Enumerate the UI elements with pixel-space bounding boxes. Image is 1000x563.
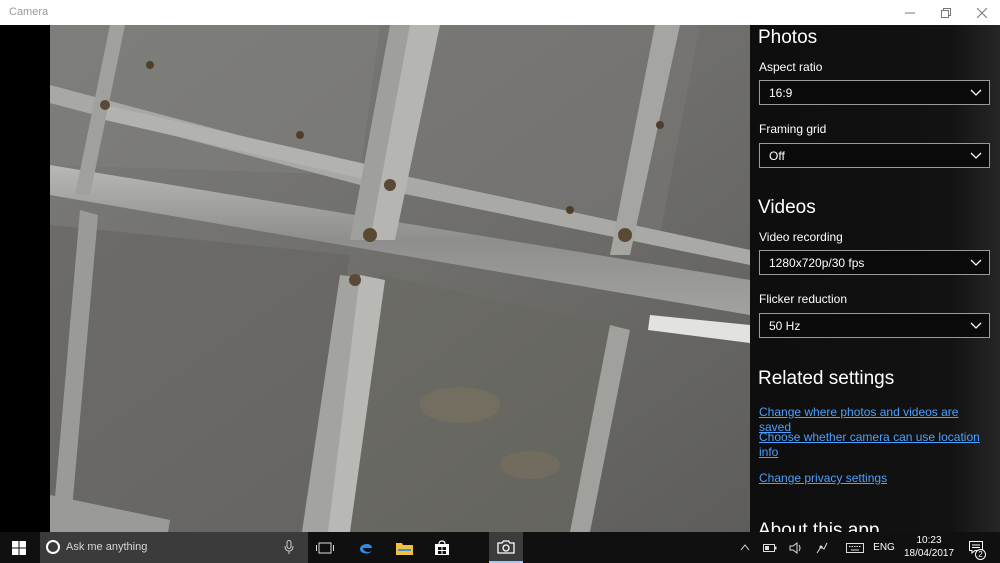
related-settings-heading: Related settings	[758, 368, 895, 389]
cortana-search-box[interactable]: Ask me anything	[40, 532, 308, 563]
store-taskbar-button[interactable]	[426, 532, 458, 563]
camera-icon	[497, 539, 515, 554]
flicker-reduction-label: Flicker reduction	[759, 292, 848, 306]
windows-start-icon	[12, 540, 26, 555]
chevron-down-icon	[970, 89, 982, 96]
window-title: Camera	[9, 6, 49, 18]
network-icon	[816, 542, 828, 553]
chevron-down-icon	[970, 152, 982, 159]
store-icon	[435, 539, 449, 555]
restore-icon	[941, 7, 951, 18]
input-language[interactable]: ENG	[872, 532, 896, 563]
cortana-icon	[46, 540, 60, 554]
chevron-down-icon	[970, 322, 982, 329]
action-center-button[interactable]: 2	[962, 532, 990, 563]
about-heading: About this app	[758, 520, 880, 532]
edge-taskbar-button[interactable]	[350, 532, 382, 563]
framing-grid-value: Off	[769, 149, 785, 163]
close-button[interactable]	[964, 0, 1000, 25]
camera-app: Photos Aspect ratio 16:9 Framing grid Of…	[0, 25, 1000, 532]
task-view-icon	[316, 542, 334, 553]
camera-preview-image	[50, 25, 750, 532]
framing-grid-label: Framing grid	[759, 122, 827, 136]
title-bar: Camera	[0, 0, 1000, 25]
keyboard-icon	[846, 542, 864, 553]
photos-heading: Photos	[758, 27, 818, 48]
file-explorer-taskbar-button[interactable]	[388, 532, 420, 563]
edge-icon	[360, 543, 372, 553]
show-hidden-icons-button[interactable]	[736, 532, 754, 563]
settings-panel: Photos Aspect ratio 16:9 Framing grid Of…	[750, 25, 1000, 532]
location-info-link[interactable]: Choose whether camera can use location i…	[759, 430, 991, 460]
start-button[interactable]	[0, 532, 38, 563]
clock-date: 18/04/2017	[903, 548, 955, 559]
microphone-icon[interactable]	[284, 540, 294, 555]
volume-button[interactable]	[786, 532, 806, 563]
videos-heading: Videos	[758, 197, 816, 218]
battery-button[interactable]	[760, 532, 780, 563]
taskbar: Ask me anything ENG 10:23 18/04/2017 2	[0, 532, 1000, 563]
minimize-icon	[905, 12, 915, 13]
file-explorer-icon	[395, 542, 413, 555]
task-view-button[interactable]	[310, 532, 340, 563]
close-icon	[977, 7, 987, 18]
privacy-settings-link[interactable]: Change privacy settings	[759, 471, 991, 486]
camera-viewfinder[interactable]	[50, 25, 750, 532]
notification-count-badge: 2	[975, 549, 986, 560]
screen: Camera Photos Aspect ratio 16:9 Framing …	[0, 0, 1000, 563]
chevron-down-icon	[970, 259, 982, 266]
camera-taskbar-button[interactable]	[489, 532, 523, 563]
search-placeholder: Ask me anything	[66, 541, 148, 553]
restore-button[interactable]	[928, 0, 964, 25]
network-button[interactable]	[812, 532, 832, 563]
framing-grid-dropdown[interactable]: Off	[759, 143, 990, 168]
touch-keyboard-button[interactable]	[842, 532, 868, 563]
clock-time: 10:23	[916, 535, 942, 546]
chevron-up-icon	[740, 544, 750, 551]
flicker-reduction-dropdown[interactable]: 50 Hz	[759, 313, 990, 338]
aspect-ratio-value: 16:9	[769, 86, 793, 100]
flicker-reduction-value: 50 Hz	[769, 319, 801, 333]
battery-icon	[763, 543, 777, 552]
aspect-ratio-dropdown[interactable]: 16:9	[759, 80, 990, 105]
video-recording-value: 1280x720p/30 fps	[769, 256, 865, 270]
taskbar-clock[interactable]: 10:23 18/04/2017	[900, 534, 958, 560]
minimize-button[interactable]	[892, 0, 928, 25]
aspect-ratio-label: Aspect ratio	[759, 60, 823, 74]
volume-icon	[789, 541, 801, 554]
video-recording-label: Video recording	[759, 230, 843, 244]
video-recording-dropdown[interactable]: 1280x720p/30 fps	[759, 250, 990, 275]
